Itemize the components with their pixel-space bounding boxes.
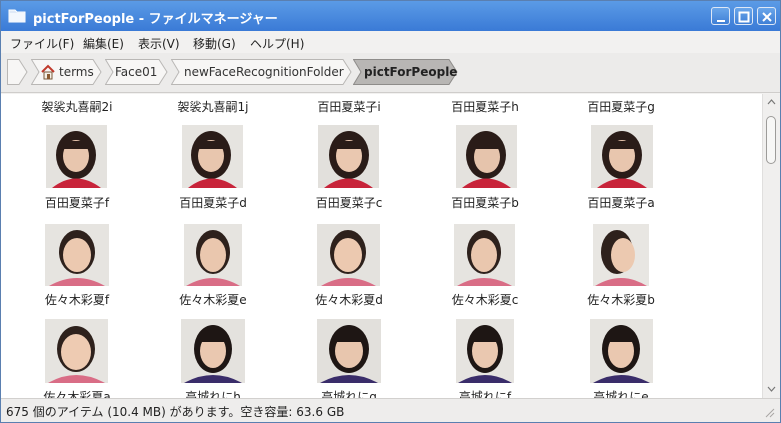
vertical-scrollbar[interactable] [762,94,780,398]
scroll-down-icon[interactable] [767,384,776,393]
file-name: 百田夏菜子g [587,100,655,114]
image-thumbnail[interactable] [590,319,653,383]
minimize-icon [717,20,725,22]
image-thumbnail[interactable] [181,319,245,383]
file-name: 百田夏菜子f [44,196,110,210]
minimize-button[interactable] [711,7,730,25]
title-bar[interactable]: pictForPeople - ファイルマネージャー [1,1,780,31]
file-name: 百田夏菜子h [451,100,519,114]
close-icon [762,12,772,22]
breadcrumb-label: pictForPeople [364,65,458,79]
breadcrumb-pictforpeople[interactable]: pictForPeople [353,59,459,85]
image-thumbnail[interactable] [454,224,515,286]
image-thumbnail[interactable] [184,224,242,286]
file-name: 百田夏菜子a [587,196,655,210]
image-thumbnail[interactable] [318,125,379,188]
scroll-up-icon[interactable] [767,98,776,107]
file-name: 佐々木彩夏d [315,293,383,307]
maximize-button[interactable] [734,7,753,25]
menu-file[interactable]: ファイル(F) [10,35,74,52]
image-thumbnail[interactable] [46,125,107,188]
file-name: 高城れにh [185,390,241,398]
file-name: 佐々木彩夏e [179,293,247,307]
window-title: pictForPeople - ファイルマネージャー [33,12,278,27]
file-name: 百田夏菜子d [179,196,247,210]
file-name: 袈裟丸喜嗣1j [177,100,249,114]
maximize-icon [738,11,750,23]
image-thumbnail[interactable] [456,125,517,188]
breadcrumb-face01[interactable]: Face01 [105,59,169,85]
menu-help[interactable]: ヘルプ(H) [250,35,304,52]
file-name: 高城れにg [321,390,377,398]
breadcrumb-label: newFaceRecognitionFolder [184,65,344,79]
file-name: 袈裟丸喜嗣2i [41,100,113,114]
status-bar: 675 個のアイテム (10.4 MB) があります。空き容量: 63.6 GB [1,398,780,422]
image-thumbnail[interactable] [182,125,243,188]
path-bar: terms Face01 newFaceRecognitionFolder pi… [1,53,780,93]
image-thumbnail[interactable] [45,319,108,383]
file-manager-window: pictForPeople - ファイルマネージャー ファイル(F) 編集(E)… [0,0,781,423]
image-thumbnail[interactable] [456,319,514,383]
image-thumbnail[interactable] [317,319,381,383]
menu-bar: ファイル(F) 編集(E) 表示(V) 移動(G) ヘルプ(H) [1,31,780,53]
image-thumbnail[interactable] [317,224,380,286]
menu-go[interactable]: 移動(G) [193,35,236,52]
status-text: 675 個のアイテム (10.4 MB) があります。空き容量: 63.6 GB [6,405,345,419]
image-thumbnail[interactable] [593,224,649,286]
file-name: 佐々木彩夏a [43,390,111,398]
scrollbar-thumb[interactable] [766,116,776,164]
file-name: 高城れにe [593,390,649,398]
file-name: 佐々木彩夏c [451,293,519,307]
path-scroll-left-button[interactable] [7,59,29,85]
file-name: 佐々木彩夏b [587,293,655,307]
file-name: 百田夏菜子i [317,100,381,114]
file-name: 百田夏菜子c [315,196,383,210]
breadcrumb-label: Face01 [115,65,158,79]
image-thumbnail[interactable] [45,224,109,286]
home-icon [41,64,55,80]
file-name: 佐々木彩夏f [44,293,110,307]
breadcrumb-newfacerecognitionfolder[interactable]: newFaceRecognitionFolder [171,59,353,85]
resize-grip-icon[interactable] [763,406,775,418]
close-button[interactable] [757,7,776,25]
file-name: 高城れにf [458,390,512,398]
file-grid[interactable]: 袈裟丸喜嗣2i 袈裟丸喜嗣1j 百田夏菜子i 百田夏菜子h 百田夏菜子g 百田夏… [1,94,762,398]
folder-icon [8,8,26,23]
breadcrumb-terms[interactable]: terms [31,59,103,85]
file-name: 百田夏菜子b [451,196,519,210]
image-thumbnail[interactable] [591,125,653,188]
breadcrumb-label: terms [59,65,94,79]
menu-edit[interactable]: 編集(E) [83,35,124,52]
menu-view[interactable]: 表示(V) [138,35,180,52]
